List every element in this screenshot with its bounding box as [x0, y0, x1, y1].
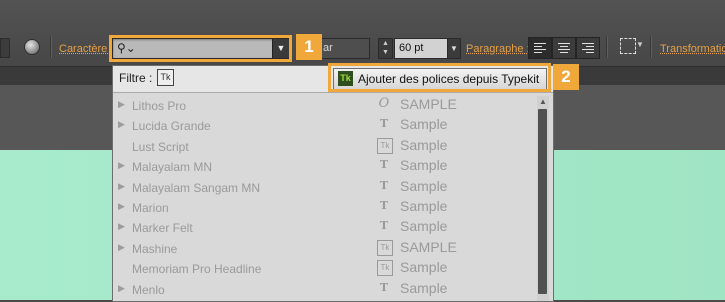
- typekit-filter-icon[interactable]: Tk: [157, 69, 174, 86]
- caractere-label[interactable]: Caractère :: [59, 43, 113, 55]
- expand-triangle-icon[interactable]: ▶: [118, 99, 125, 110]
- font-sample: SAMPLE: [400, 238, 457, 255]
- expand-triangle-icon[interactable]: ▶: [118, 119, 125, 130]
- transform-dropdown-icon[interactable]: ▼: [636, 40, 644, 49]
- truetype-font-icon: T: [379, 178, 389, 192]
- align-left-button[interactable]: [528, 37, 552, 59]
- opentype-font-icon: O: [378, 96, 390, 111]
- font-name: Marker Felt: [132, 221, 193, 236]
- globe-icon[interactable]: [24, 39, 40, 55]
- divider: [650, 36, 652, 58]
- typekit-font-icon: Tk: [377, 137, 393, 154]
- font-name: Mashine: [132, 241, 178, 256]
- transform-reference-icon[interactable]: [620, 38, 636, 54]
- font-list-item[interactable]: ▶ Malayalam MN T Sample: [113, 157, 535, 177]
- font-name: Malayalam Sangam MN: [132, 180, 261, 195]
- font-list-panel: Filtre : Tk Tk Ajouter des polices depui…: [112, 65, 554, 302]
- font-list-item[interactable]: Lust Script Tk Sample: [113, 137, 535, 157]
- font-name: Menlo: [132, 282, 165, 297]
- truetype-font-icon: T: [379, 158, 389, 172]
- font-sample: Sample: [400, 136, 448, 153]
- font-list-item[interactable]: ▶ Marker Felt T Sample: [113, 218, 535, 238]
- font-sample: Sample: [400, 197, 448, 214]
- font-list-item[interactable]: ▶ Lucida Grande T Sample: [113, 116, 535, 136]
- font-sample: Sample: [400, 279, 448, 296]
- callout-1: 1: [296, 34, 322, 60]
- font-list-item[interactable]: ▶ Menlo T Sample: [113, 280, 535, 300]
- font-name: Lithos Pro: [132, 99, 187, 113]
- expand-triangle-icon[interactable]: ▶: [118, 221, 125, 232]
- font-list-item[interactable]: ▶ Malayalam Sangam MN T Sample: [113, 178, 535, 198]
- font-sample: Sample: [400, 218, 448, 235]
- font-sample: Sample: [400, 116, 448, 133]
- callout-2: 2: [553, 64, 579, 90]
- font-list-scrollbar[interactable]: ▲: [537, 96, 549, 301]
- font-size-dropdown-icon[interactable]: ▼: [447, 38, 461, 59]
- paragraphe-label[interactable]: Paragraphe :: [466, 43, 530, 55]
- scroll-up-icon[interactable]: ▲: [537, 96, 549, 108]
- align-right-button[interactable]: [576, 37, 600, 59]
- divider: [50, 36, 52, 58]
- truetype-font-icon: T: [379, 198, 389, 212]
- font-list-item[interactable]: ▶ Lithos Pro O SAMPLE: [113, 96, 535, 116]
- typekit-font-icon: Tk: [377, 260, 393, 277]
- align-center-button[interactable]: [552, 37, 576, 59]
- highlight-box-font-field: [109, 35, 292, 62]
- font-size-value: 60 pt: [399, 42, 424, 54]
- highlight-box-typekit-button: [328, 63, 551, 92]
- expand-triangle-icon[interactable]: ▶: [118, 160, 125, 171]
- filter-label: Filtre :: [119, 71, 153, 85]
- font-list: ▶ Lithos Pro O SAMPLE ▶ Lucida Grande T Sample L…: [113, 96, 535, 300]
- font-size-input[interactable]: 60 pt: [394, 38, 448, 59]
- truetype-font-icon: T: [379, 280, 389, 294]
- truetype-font-icon: T: [379, 117, 389, 131]
- font-name: Lucida Grande: [132, 119, 211, 134]
- font-list-item[interactable]: Memoriam Pro Headline Tk Sample: [113, 259, 535, 279]
- expand-triangle-icon[interactable]: ▶: [118, 242, 125, 253]
- size-stepper[interactable]: ▲ ▼: [378, 38, 393, 59]
- font-sample: SAMPLE: [400, 96, 457, 112]
- font-name: Lust Script: [132, 139, 189, 154]
- expand-triangle-icon[interactable]: ▶: [118, 181, 125, 192]
- transformation-label[interactable]: Transformation: [660, 43, 725, 55]
- font-sample: Sample: [400, 157, 448, 174]
- font-list-item[interactable]: ▶ Marion T Sample: [113, 198, 535, 218]
- font-sample: Sample: [400, 177, 448, 194]
- font-sample: Sample: [400, 259, 448, 276]
- font-list-item[interactable]: ▶ Mashine Tk SAMPLE: [113, 239, 535, 259]
- panel-collapse-icon[interactable]: [0, 38, 10, 58]
- typekit-font-icon: Tk: [377, 239, 393, 256]
- font-name: Marion: [132, 200, 169, 215]
- truetype-font-icon: T: [379, 219, 389, 233]
- font-style-value: ar: [323, 42, 333, 54]
- expand-triangle-icon[interactable]: ▶: [118, 201, 125, 212]
- divider: [606, 36, 608, 58]
- font-name: Memoriam Pro Headline: [132, 262, 262, 277]
- font-name: Malayalam MN: [132, 160, 213, 175]
- expand-triangle-icon[interactable]: ▶: [118, 283, 125, 294]
- scroll-thumb[interactable]: [538, 109, 547, 294]
